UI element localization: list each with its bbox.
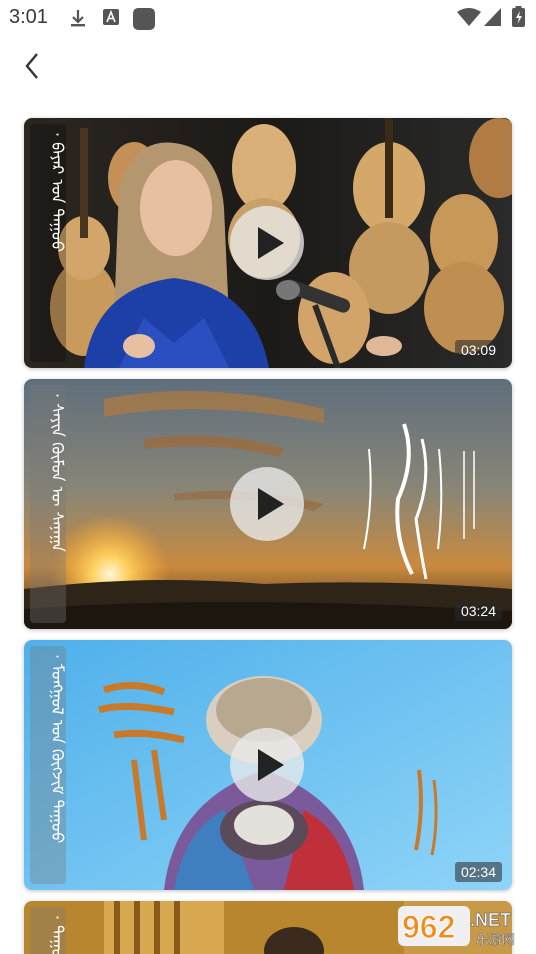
video-title: · ᠮᠣᠩᠭᠣᠯ ᠤᠨ ᠬᠥᠭᠵᠢᠮ ᠳᠠᠭᠤᠤ <box>48 654 66 844</box>
video-duration: 03:24 <box>454 601 502 621</box>
video-title-panel: · ᠳᠠᠭᠤᠤ <box>30 907 66 954</box>
status-bar: 3:01 <box>0 0 536 36</box>
video-title: · ᠰᠠᠶᠢᠨ ᠬᠦᠮᠦᠨ ᠦ ᠰᠠᠨᠠᠭᠠ <box>48 393 66 552</box>
wifi-icon <box>457 8 481 26</box>
play-button[interactable] <box>230 206 304 280</box>
video-title-panel: · ᠮᠣᠩᠭᠣᠯ ᠤᠨ ᠬᠥᠭᠵᠢᠮ ᠳᠠᠭᠤᠤ <box>30 646 66 884</box>
site-watermark-logo: 962 .NET 乐游网 <box>398 904 532 948</box>
video-title-panel: · ᠪᠠᠶᠠᠷ ᠤᠨ ᠳᠠᠭᠤᠤ <box>30 124 66 362</box>
video-title-panel: · ᠰᠠᠶᠢᠨ ᠬᠦᠮᠦᠨ ᠦ ᠰᠠᠨᠠᠭᠠ <box>30 385 66 623</box>
back-button[interactable] <box>18 48 48 84</box>
play-button[interactable] <box>230 728 304 802</box>
signal-icon <box>484 8 501 26</box>
video-title: · ᠳᠠᠭᠤᠤ <box>48 915 66 954</box>
battery-charging-icon <box>512 6 525 27</box>
video-duration: 03:09 <box>454 340 502 360</box>
video-duration: 02:34 <box>454 862 502 882</box>
video-title: · ᠪᠠᠶᠠᠷ ᠤᠨ ᠳᠠᠭᠤᠤ <box>48 132 66 253</box>
play-button[interactable] <box>230 467 304 541</box>
video-card[interactable]: · ᠮᠣᠩᠭᠣᠯ ᠤᠨ ᠬᠥᠭᠵᠢᠮ ᠳᠠᠭᠤᠤ 02:34 <box>24 640 512 890</box>
svg-text:.NET: .NET <box>470 910 511 930</box>
status-time: 3:01 <box>9 6 48 28</box>
svg-text:962: 962 <box>402 909 455 945</box>
video-card[interactable]: · ᠰᠠᠶᠢᠨ ᠬᠦᠮᠦᠨ ᠦ ᠰᠠᠨᠠᠭᠠ 03:24 <box>24 379 512 629</box>
video-card[interactable]: · ᠪᠠᠶᠠᠷ ᠤᠨ ᠳᠠᠭᠤᠤ 03:09 <box>24 118 512 368</box>
keyboard-a-icon <box>103 9 119 25</box>
svg-text:乐游网: 乐游网 <box>476 933 515 948</box>
download-icon <box>71 10 85 27</box>
app-notification-icon <box>133 8 155 30</box>
